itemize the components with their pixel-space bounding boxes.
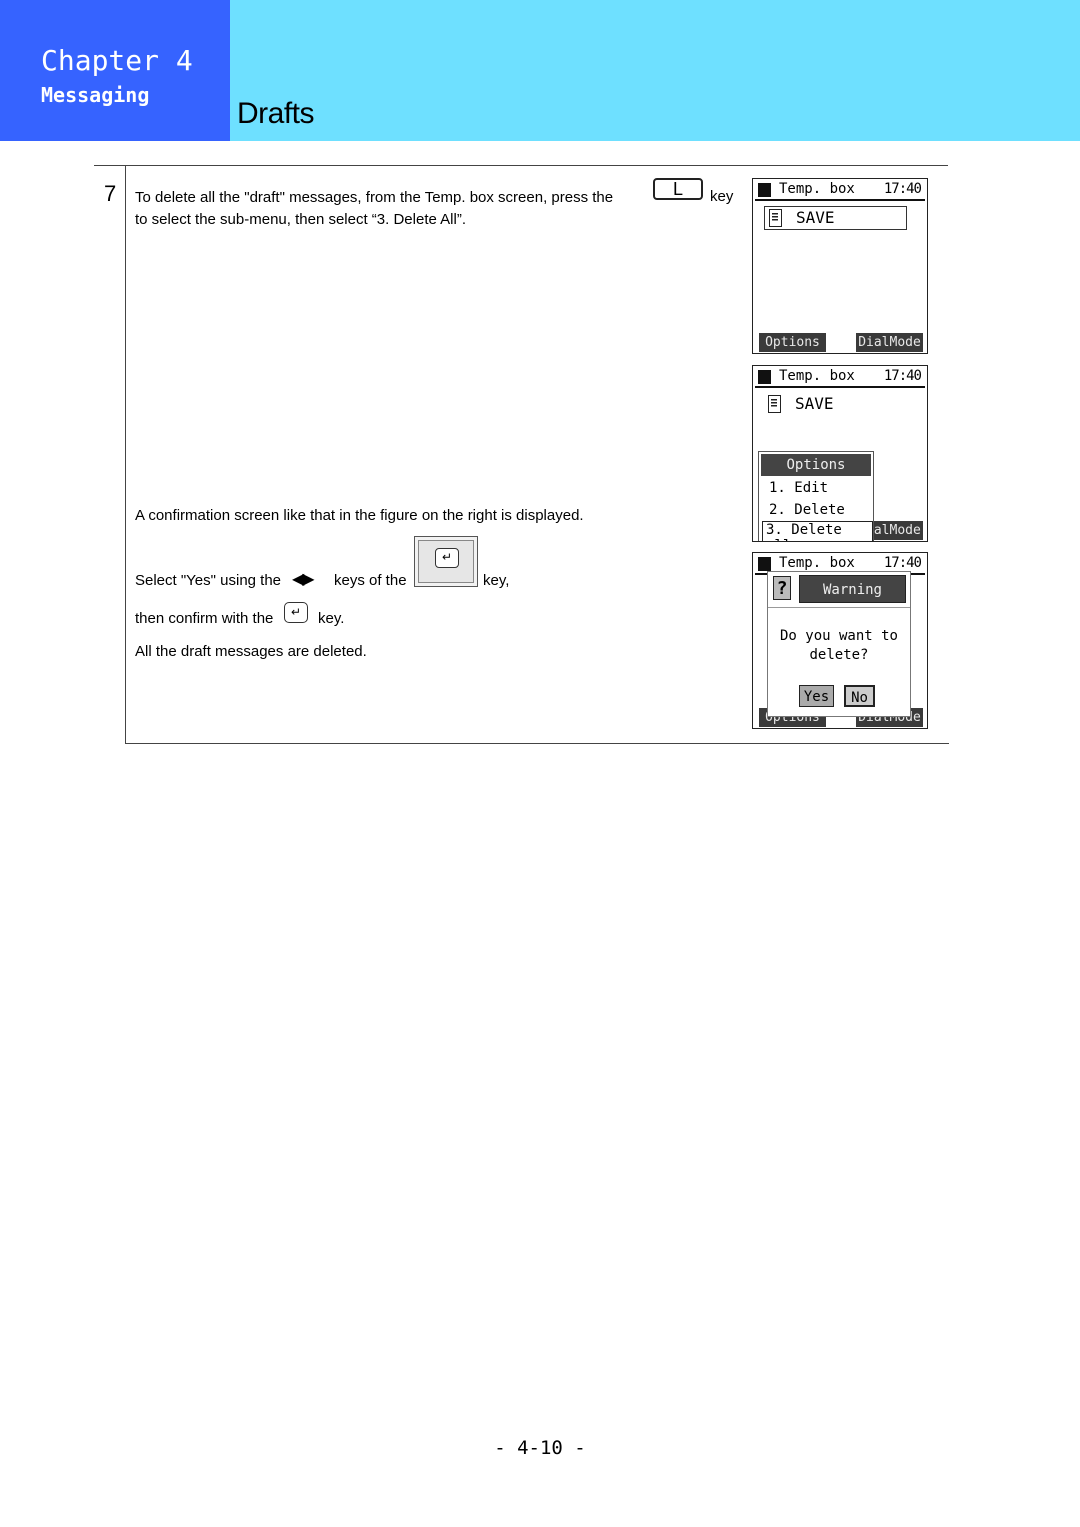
- confirm-suffix: key.: [318, 610, 345, 627]
- title-band: [230, 0, 1080, 141]
- dialog-message: Do you want to delete?: [779, 628, 898, 663]
- select-mid: keys of the: [334, 572, 407, 589]
- phone-screen-temp-box: Temp. box 17:40 SAVE Options DialMode: [752, 178, 928, 354]
- softkey-dialmode[interactable]: DialMode: [856, 333, 923, 352]
- clock: 17:40: [883, 368, 922, 384]
- softkey-options[interactable]: Options: [759, 333, 826, 352]
- signal-icon: [758, 183, 771, 197]
- page-number: - 4-10 -: [494, 1437, 586, 1459]
- clock: 17:40: [883, 181, 922, 197]
- screen-title: Temp. box: [779, 368, 855, 384]
- question-icon: ?: [773, 576, 791, 600]
- draft-item-label: SAVE: [796, 208, 835, 227]
- instruction-line-1: To delete all the "draft" messages, from…: [135, 189, 614, 206]
- draft-item[interactable]: SAVE: [764, 206, 907, 230]
- signal-icon: [758, 557, 771, 571]
- divider-left: [125, 165, 126, 743]
- select-prefix: Select "Yes" using the: [135, 572, 282, 589]
- chapter-label: Chapter 4: [41, 44, 193, 77]
- clock: 17:40: [883, 555, 922, 571]
- section-title: Drafts: [237, 97, 315, 130]
- warning-dialog: ? Warning Do you want to delete? Yes No: [767, 571, 911, 717]
- phone-screen-options-menu: Temp. box 17:40 SAVE DialMode Options 1.…: [752, 365, 928, 542]
- divider-top: [94, 165, 948, 166]
- phone-screen-warning: Temp. box 17:40 Options DialMode ? Warni…: [752, 552, 928, 729]
- menu-item-delete[interactable]: 2. Delete: [769, 502, 845, 518]
- screen-title: Temp. box: [779, 555, 855, 571]
- confirm-prefix: then confirm with the: [135, 610, 274, 627]
- chapter-band: Chapter 4 Messaging: [0, 0, 230, 141]
- status-bar: Temp. box 17:40: [755, 368, 925, 388]
- select-suffix: key,: [483, 572, 510, 589]
- menu-item-delete-all[interactable]: 3. Delete all: [762, 521, 873, 541]
- result-text: All the draft messages are deleted.: [135, 643, 367, 660]
- chapter-subtitle: Messaging: [41, 83, 150, 107]
- enter-key-icon: ↵: [284, 602, 308, 623]
- no-button[interactable]: No: [844, 685, 875, 707]
- left-right-arrow-icon: ◀▶: [292, 571, 315, 588]
- draft-item[interactable]: SAVE: [764, 393, 907, 417]
- enter-key-glyph: ↵: [435, 548, 459, 568]
- status-bar: Temp. box 17:40: [755, 181, 925, 201]
- menu-item-edit[interactable]: 1. Edit: [769, 480, 828, 496]
- dialog-title: Warning: [799, 575, 906, 603]
- key-word: key: [710, 188, 734, 205]
- l-key-icon: L: [653, 178, 703, 200]
- dialog-divider: [768, 607, 910, 608]
- confirmation-text: A confirmation screen like that in the f…: [135, 507, 584, 524]
- options-menu: Options 1. Edit 2. Delete 3. Delete all: [758, 451, 874, 541]
- document-icon: [769, 209, 782, 227]
- draft-item-label: SAVE: [795, 394, 834, 413]
- document-icon: [768, 395, 781, 413]
- step-number: 7: [104, 181, 117, 206]
- yes-button[interactable]: Yes: [799, 685, 834, 707]
- options-menu-title: Options: [761, 454, 871, 476]
- instruction-line-2: to select the sub-menu, then select “3. …: [135, 211, 467, 228]
- divider-bottom: [125, 743, 949, 744]
- signal-icon: [758, 370, 771, 384]
- navigation-key-icon: ↵: [414, 536, 478, 587]
- screen-title: Temp. box: [779, 181, 855, 197]
